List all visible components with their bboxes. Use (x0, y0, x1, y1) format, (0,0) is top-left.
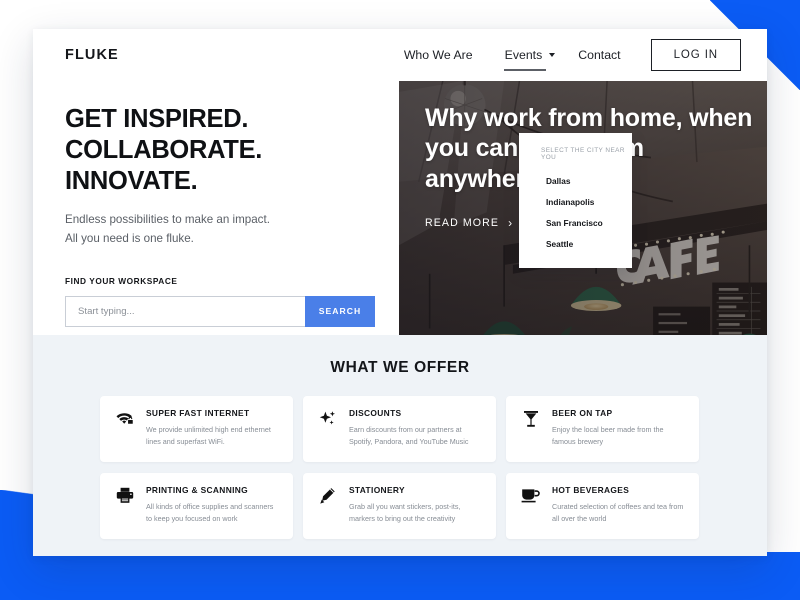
workspace-search-form: SEARCH (65, 295, 375, 327)
sparkle-icon (317, 408, 338, 462)
nav-item-label: Events (504, 48, 543, 62)
cocktail-glass-icon (520, 408, 541, 462)
nav-item-label: Who We Are (403, 48, 473, 62)
offer-card-description: Earn discounts from our partners at Spot… (349, 425, 469, 446)
offer-card-title: STATIONERY (349, 485, 405, 495)
dropdown-item-seattle[interactable]: Seattle (519, 233, 632, 254)
hero-left-panel: GET INSPIRED. COLLABORATE. INNOVATE. End… (33, 81, 399, 335)
events-city-dropdown: SELECT THE CITY NEAR YOU Dallas Indianap… (519, 133, 632, 268)
offer-card-title: SUPER FAST INTERNET (146, 408, 250, 418)
what-we-offer-section: WHAT WE OFFER SUPER FAST INTERNET We pro… (33, 335, 767, 556)
offer-card-title: DISCOUNTS (349, 408, 402, 418)
brand-logo[interactable]: FLUKE (65, 47, 119, 63)
offer-card-discounts[interactable]: DISCOUNTS Earn discounts from our partne… (303, 396, 496, 462)
subheading-line-2: All you need is one fluke. (65, 232, 194, 246)
offer-card-super-fast-internet[interactable]: SUPER FAST INTERNET We provide unlimited… (100, 396, 293, 462)
search-input[interactable] (65, 295, 305, 327)
find-workspace-label: FIND YOUR WORKSPACE (65, 275, 178, 286)
marker-pen-icon (317, 485, 338, 539)
nav-item-who-we-are[interactable]: Who We Are (388, 29, 489, 81)
offer-card-title: HOT BEVERAGES (552, 485, 630, 495)
offer-card-text: HOT BEVERAGES Curated selection of coffe… (552, 485, 686, 539)
offer-card-description: All kinds of office supplies and scanner… (146, 502, 274, 523)
offer-card-stationery[interactable]: STATIONERY Grab all you want stickers, p… (303, 473, 496, 539)
offer-cards-grid: SUPER FAST INTERNET We provide unlimited… (100, 396, 700, 539)
printer-icon (114, 485, 135, 539)
coffee-cup-icon (520, 485, 541, 539)
offer-card-text: STATIONERY Grab all you want stickers, p… (349, 485, 483, 539)
page-title: GET INSPIRED. COLLABORATE. INNOVATE. (65, 104, 399, 197)
chevron-right-icon: › (508, 215, 514, 230)
headline-line-3: INNOVATE. (65, 167, 198, 196)
hero-subheading: Endless possibilities to make an impact.… (65, 211, 399, 249)
dropdown-item-indianapolis[interactable]: Indianapolis (519, 191, 632, 212)
dropdown-header-label: SELECT THE CITY NEAR YOU (541, 147, 625, 161)
offer-card-description: We provide unlimited high end ethernet l… (146, 425, 271, 446)
nav-item-events[interactable]: Events (489, 29, 563, 81)
chevron-down-icon (549, 53, 556, 57)
active-nav-underline (503, 69, 547, 71)
offers-section-title: WHAT WE OFFER (330, 359, 470, 376)
offer-card-beer-on-tap[interactable]: BEER ON TAP Enjoy the local beer made fr… (506, 396, 699, 462)
offer-card-description: Curated selection of coffees and tea fro… (552, 502, 684, 523)
search-button[interactable]: SEARCH (305, 295, 375, 327)
log-in-button[interactable]: LOG IN (650, 39, 741, 71)
subheading-line-1: Endless possibilities to make an impact. (65, 213, 270, 227)
offer-card-title: PRINTING & SCANNING (146, 485, 249, 495)
headline-line-1: GET INSPIRED. (65, 105, 249, 133)
nav-links: Who We Are Events Contact LOG IN (388, 29, 767, 81)
hero-section: GET INSPIRED. COLLABORATE. INNOVATE. End… (33, 81, 767, 335)
offer-card-hot-beverages[interactable]: HOT BEVERAGES Curated selection of coffe… (506, 473, 699, 539)
offer-card-text: PRINTING & SCANNING All kinds of office … (146, 485, 280, 539)
read-more-label: READ MORE (425, 216, 500, 229)
top-navigation-bar: FLUKE Who We Are Events Contact LOG IN (33, 29, 767, 81)
offer-card-text: DISCOUNTS Earn discounts from our partne… (349, 408, 483, 462)
nav-item-label: Contact (578, 48, 621, 62)
website-mockup-card: FLUKE Who We Are Events Contact LOG IN G… (33, 29, 767, 556)
offer-card-printing-and-scanning[interactable]: PRINTING & SCANNING All kinds of office … (100, 473, 293, 539)
offer-card-text: SUPER FAST INTERNET We provide unlimited… (146, 408, 280, 462)
offer-card-description: Grab all you want stickers, post-its, ma… (349, 502, 461, 523)
nav-item-contact[interactable]: Contact (562, 29, 636, 81)
offer-card-description: Enjoy the local beer made from the famou… (552, 425, 664, 446)
offer-card-text: BEER ON TAP Enjoy the local beer made fr… (552, 408, 686, 462)
secure-wifi-icon (114, 408, 135, 462)
offer-card-title: BEER ON TAP (552, 408, 613, 418)
headline-line-2: COLLABORATE. (65, 136, 263, 165)
dropdown-item-san-francisco[interactable]: San Francisco (519, 212, 632, 233)
dropdown-item-dallas[interactable]: Dallas (519, 170, 632, 191)
